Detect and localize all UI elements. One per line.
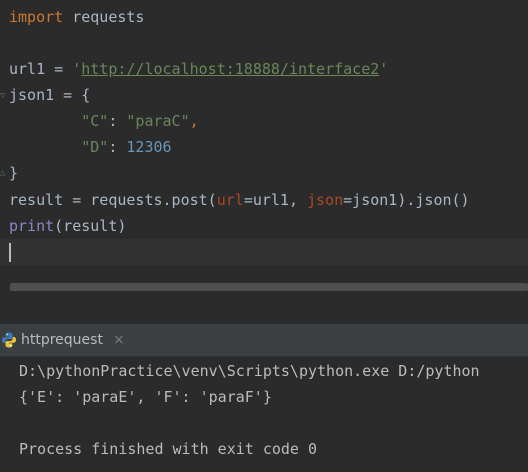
panel-separator [0,294,528,324]
print-args: (result) [54,217,127,235]
fold-close-icon[interactable]: △ [0,168,7,178]
keyword-import: import [9,8,64,26]
text-caret [9,243,11,262]
arg-json1: =json1).json() [343,191,470,209]
console-line-exit: Process finished with exit code 0 [19,440,318,458]
code-line-9: print(result) [9,213,126,239]
dict-value-12306: 12306 [126,138,172,156]
param-url: url [216,191,244,209]
code-line-6: "D": 12306 [9,134,172,160]
comma: , [189,112,199,130]
run-tool-window-header: httprequest × [0,324,528,357]
url-link[interactable]: http://localhost:18888/interface2 [81,60,379,78]
colon: : [108,138,127,156]
code-line-7: } [9,164,19,182]
arg-url1: =url1, [243,191,308,209]
builtin-print: print [9,217,55,235]
console-line-result: {'E': 'paraE', 'F': 'paraF'} [19,388,272,406]
tab-label: httprequest [21,332,103,348]
tab-httprequest[interactable]: httprequest × [0,324,132,356]
code-line-5: "C": "paraC", [9,108,199,134]
colon: : [108,112,127,130]
code-line-4: json1 = { [9,86,91,104]
string-quote-close: ' [379,60,389,78]
console-output[interactable]: D:\pythonPractice\venv\Scripts\python.ex… [0,357,528,472]
code-editor[interactable]: import requests url1 = 'http://localhost… [0,0,528,280]
close-icon[interactable]: × [113,332,125,348]
python-icon [2,332,16,348]
param-json: json [307,191,344,209]
module-name: requests [63,8,145,26]
code-line-8: result = requests.post(url=url1, json=js… [9,187,470,213]
post-call: result = requests.post( [9,191,217,209]
code-line-3: url1 = 'http://localhost:18888/interface… [9,56,388,82]
code-line-1: import requests [9,4,144,30]
horizontal-scrollbar-thumb[interactable] [10,283,528,291]
fold-open-icon[interactable]: ▽ [0,91,7,101]
string-quote-open: ' [72,60,82,78]
current-line-highlight [0,239,528,265]
dict-key-c: "C" [81,112,109,130]
console-line-command: D:\pythonPractice\venv\Scripts\python.ex… [19,362,480,380]
dict-value-parac: "paraC" [126,112,190,130]
variable-url1: url1 = [9,60,73,78]
dict-key-d: "D" [81,138,109,156]
